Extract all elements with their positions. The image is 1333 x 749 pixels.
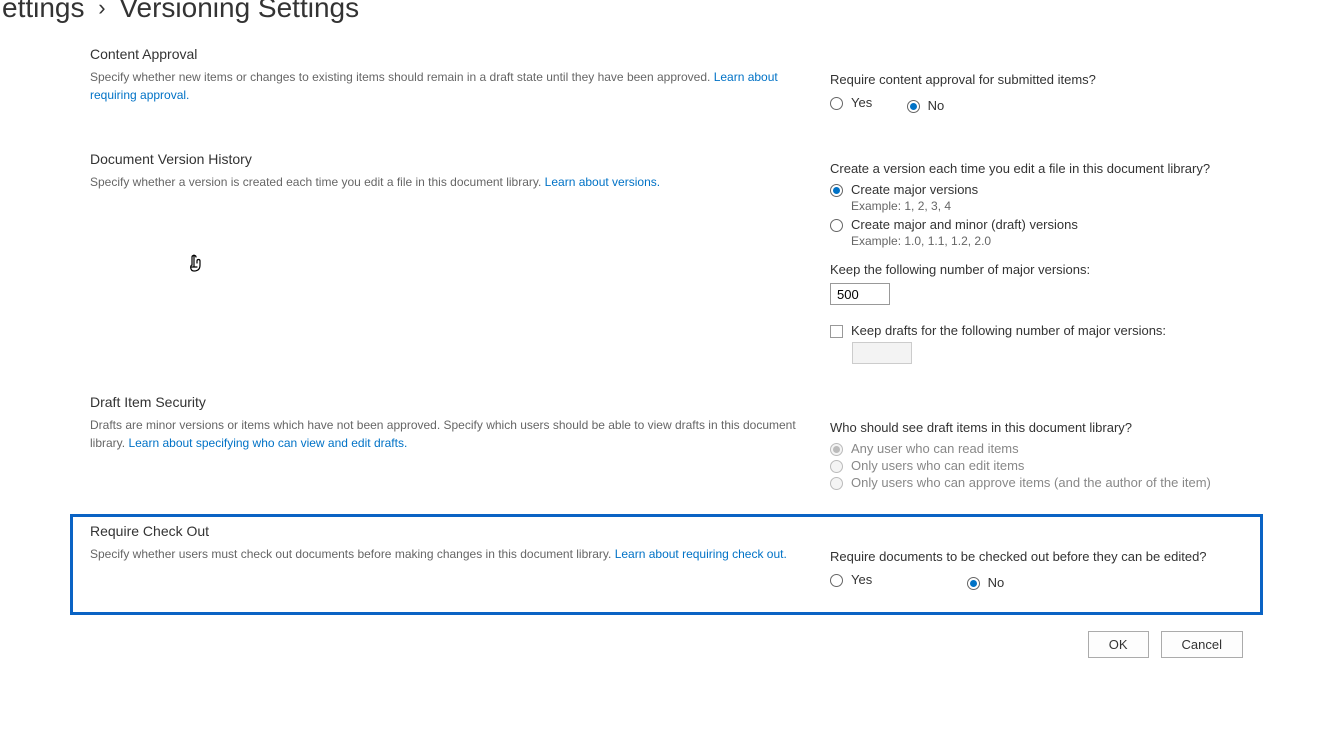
draft-security-desc: Drafts are minor versions or items which… bbox=[90, 416, 800, 452]
version-history-title: Document Version History bbox=[90, 151, 800, 167]
radio-checkout-yes[interactable] bbox=[830, 574, 843, 587]
label-checkout-yes: Yes bbox=[851, 572, 872, 587]
radio-major-versions[interactable] bbox=[830, 184, 843, 197]
radio-draft-edit bbox=[830, 460, 843, 473]
radio-draft-approve bbox=[830, 477, 843, 490]
label-checkout-no: No bbox=[988, 575, 1005, 590]
section-content-approval: Content Approval Specify whether new ite… bbox=[30, 32, 1303, 147]
cancel-button[interactable]: Cancel bbox=[1161, 631, 1243, 658]
radio-minor-versions[interactable] bbox=[830, 219, 843, 232]
keep-drafts-label: Keep drafts for the following number of … bbox=[851, 323, 1166, 338]
radio-checkout-no[interactable] bbox=[967, 577, 980, 590]
section-require-checkout: Require Check Out Specify whether users … bbox=[70, 514, 1263, 615]
content-approval-question: Require content approval for submitted i… bbox=[830, 72, 1303, 87]
section-version-history: Document Version History Specify whether… bbox=[30, 147, 1303, 386]
label-approval-no: No bbox=[928, 98, 945, 113]
breadcrumb: ettings › Versioning Settings bbox=[2, 0, 1303, 32]
link-learn-drafts[interactable]: Learn about specifying who can view and … bbox=[128, 436, 407, 450]
input-keep-drafts[interactable] bbox=[852, 342, 912, 364]
content-approval-title: Content Approval bbox=[90, 46, 800, 62]
label-approval-yes: Yes bbox=[851, 95, 872, 110]
radio-draft-any bbox=[830, 443, 843, 456]
checkbox-keep-drafts[interactable] bbox=[830, 325, 843, 338]
footer-buttons: OK Cancel bbox=[30, 615, 1303, 658]
example-minor: Example: 1.0, 1.1, 1.2, 2.0 bbox=[851, 234, 1303, 248]
label-draft-any: Any user who can read items bbox=[851, 441, 1019, 456]
version-history-question: Create a version each time you edit a fi… bbox=[830, 161, 1303, 176]
example-major: Example: 1, 2, 3, 4 bbox=[851, 199, 1303, 213]
link-learn-versions[interactable]: Learn about versions. bbox=[545, 175, 660, 189]
draft-security-title: Draft Item Security bbox=[90, 394, 800, 410]
require-checkout-title: Require Check Out bbox=[90, 523, 800, 539]
label-draft-edit: Only users who can edit items bbox=[851, 458, 1024, 473]
breadcrumb-current: Versioning Settings bbox=[119, 0, 359, 23]
label-minor-versions: Create major and minor (draft) versions bbox=[851, 217, 1078, 232]
keep-major-label: Keep the following number of major versi… bbox=[830, 262, 1303, 277]
breadcrumb-separator: › bbox=[98, 0, 105, 20]
label-draft-approve: Only users who can approve items (and th… bbox=[851, 475, 1211, 490]
radio-approval-yes[interactable] bbox=[830, 97, 843, 110]
content-approval-desc: Specify whether new items or changes to … bbox=[90, 68, 800, 104]
version-history-desc: Specify whether a version is created eac… bbox=[90, 173, 800, 191]
radio-approval-no[interactable] bbox=[907, 100, 920, 113]
require-checkout-question: Require documents to be checked out befo… bbox=[830, 549, 1250, 564]
section-draft-security: Draft Item Security Drafts are minor ver… bbox=[30, 386, 1303, 514]
require-checkout-desc: Specify whether users must check out doc… bbox=[90, 545, 800, 563]
ok-button[interactable]: OK bbox=[1088, 631, 1149, 658]
input-keep-major[interactable] bbox=[830, 283, 890, 305]
label-major-versions: Create major versions bbox=[851, 182, 978, 197]
draft-security-question: Who should see draft items in this docum… bbox=[830, 420, 1303, 435]
breadcrumb-prev[interactable]: ettings bbox=[2, 0, 85, 23]
link-learn-checkout[interactable]: Learn about requiring check out. bbox=[615, 547, 787, 561]
